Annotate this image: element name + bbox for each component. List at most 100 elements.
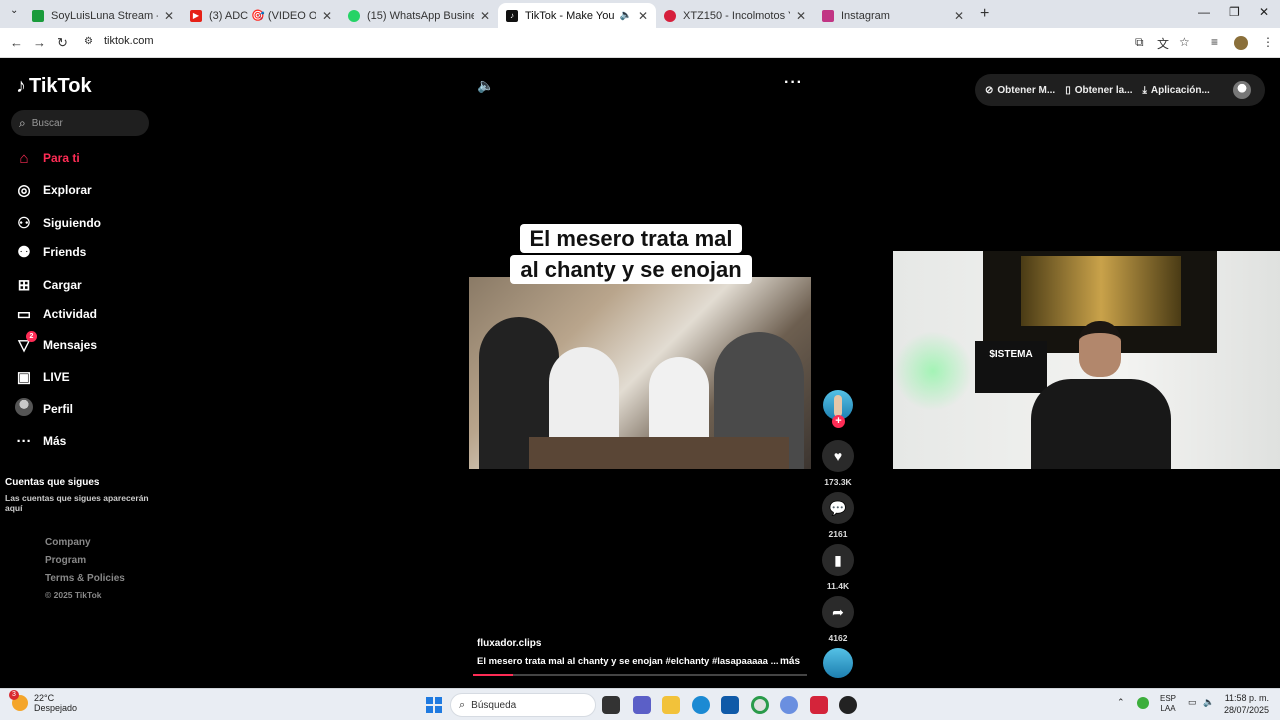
window-close-icon[interactable]: ✕ — [1259, 5, 1269, 19]
footer-program-link[interactable]: Program — [45, 555, 86, 566]
home-icon: ⌂ — [19, 149, 29, 167]
comment-button[interactable]: 💬 — [822, 492, 854, 524]
following-subtitle: Las cuentas que sigues aparecerán aquí — [5, 493, 149, 513]
file-explorer-icon[interactable] — [662, 696, 680, 714]
tiktok-favicon-icon: ♪ — [506, 9, 518, 22]
close-icon[interactable]: ✕ — [164, 9, 174, 23]
get-app-button[interactable]: ▯ Obtener la... — [1065, 85, 1132, 96]
progress-fill — [473, 674, 514, 676]
messages-icon: ▽ 2 — [15, 331, 37, 354]
btn-label: Obtener M... — [997, 84, 1056, 96]
close-icon[interactable]: ✕ — [954, 9, 964, 23]
desktop-app-button[interactable]: ⤓ Aplicación... — [1143, 85, 1210, 96]
clock-time: 11:58 p. m. — [1224, 693, 1270, 703]
forward-icon[interactable]: → — [33, 35, 46, 50]
video-progress-bar[interactable] — [473, 674, 807, 676]
kick-favicon-icon — [32, 9, 44, 22]
sidebar-item-label: Explorar — [43, 183, 92, 197]
tab-yamaha[interactable]: XTZ150 - Incolmotos Yamaha ✕ — [656, 3, 814, 28]
edge-icon[interactable] — [692, 696, 710, 714]
teams-icon[interactable] — [633, 696, 651, 714]
search-icon: ⌕ — [19, 115, 26, 130]
tab-tiktok[interactable]: ♪ TikTok - Make Your Day 🔈 ✕ — [498, 3, 656, 28]
restore-icon[interactable]: ❐ — [1229, 5, 1240, 19]
sidebar-item-label: LIVE — [43, 370, 70, 384]
tab-youtube[interactable]: ▶ (3) ADC 🎯 (VIDEO OFICIAL) | I ✕ — [182, 3, 340, 28]
sidebar-item-siguiendo[interactable]: ⚇ Siguiendo — [15, 212, 101, 234]
sidebar-item-para-ti[interactable]: ⌂ Para ti — [15, 147, 79, 169]
tab-title: Instagram — [841, 9, 890, 22]
video-player[interactable] — [469, 277, 811, 469]
footer-company-link[interactable]: Company — [45, 537, 91, 548]
media-control-icon[interactable]: ≡ — [1211, 35, 1218, 49]
tab-instagram[interactable]: Instagram ✕ — [814, 3, 972, 28]
more-icon: ··· — [16, 432, 32, 450]
app-red-icon[interactable] — [810, 696, 828, 714]
app-dark-icon[interactable] — [839, 696, 857, 714]
app-icon[interactable] — [780, 696, 798, 714]
install-icon[interactable]: ⧉ — [1135, 35, 1144, 50]
heart-icon: ♥ — [833, 448, 843, 464]
back-icon[interactable]: ← — [10, 35, 23, 50]
sidebar-item-perfil[interactable]: Perfil — [15, 398, 73, 420]
close-icon[interactable]: ✕ — [638, 9, 648, 23]
save-button[interactable]: ▮ — [822, 544, 854, 576]
more-description-button[interactable]: más — [780, 656, 800, 667]
volume-tray-icon[interactable]: 🔈 — [1203, 697, 1214, 708]
footer-terms-link[interactable]: Terms & Policies — [45, 573, 125, 584]
bookmark-icon: ▮ — [834, 551, 842, 568]
windows-start-icon[interactable] — [426, 697, 442, 713]
new-tab-button[interactable]: + — [980, 5, 989, 23]
minimize-icon[interactable]: — — [1198, 5, 1210, 19]
translate-icon[interactable]: 文 — [1157, 35, 1169, 52]
weather-widget[interactable]: 3 22°C Despejado — [9, 690, 77, 713]
tray-chevron-icon[interactable]: ⌃ — [1117, 697, 1125, 708]
sidebar-item-cargar[interactable]: ⊞ Cargar — [15, 274, 82, 296]
reload-icon[interactable]: ↻ — [57, 35, 68, 51]
like-button[interactable]: ♥ — [822, 440, 854, 472]
tab-search-icon[interactable]: ⌄ — [10, 5, 18, 16]
coin-icon: ⊘ — [985, 84, 994, 96]
sidebar-item-actividad[interactable]: ▭ Actividad — [15, 303, 97, 325]
clock-date: 28/07/2025 — [1224, 705, 1270, 715]
site-info-icon[interactable]: ⚙ — [84, 36, 93, 47]
tab-whatsapp[interactable]: (15) WhatsApp Business ✕ — [340, 3, 498, 28]
follow-plus-icon[interactable]: + — [832, 415, 845, 428]
chrome-icon[interactable] — [751, 696, 769, 714]
speaker-icon[interactable]: 🔈 — [619, 10, 631, 21]
search-input[interactable] — [31, 117, 132, 129]
network-icon[interactable]: ▭ — [1188, 697, 1197, 708]
task-view-icon[interactable] — [602, 696, 620, 714]
profile-avatar-icon[interactable] — [1234, 36, 1248, 50]
share-button[interactable]: ➦ — [822, 596, 854, 628]
tiktok-logo[interactable]: ♪ TikTok — [16, 75, 92, 98]
tab-title: XTZ150 - Incolmotos Yamaha — [683, 9, 790, 22]
get-coins-button[interactable]: ⊘ Obtener M... — [985, 85, 1055, 96]
star-icon[interactable]: ☆ — [1179, 35, 1190, 49]
system-clock[interactable]: 11:58 p. m. 28/07/2025 — [1224, 692, 1269, 716]
sidebar-item-explorar[interactable]: ◎ Explorar — [15, 179, 92, 201]
user-avatar[interactable] — [1233, 81, 1251, 99]
tab-title: (3) ADC 🎯 (VIDEO OFICIAL) | I — [209, 10, 316, 22]
language-indicator[interactable]: ESP LAA — [1160, 694, 1176, 714]
menu-kebab-icon[interactable]: ⋮ — [1262, 35, 1274, 49]
sidebar-item-mas[interactable]: ··· Más — [15, 430, 67, 452]
sidebar-item-live[interactable]: ▣ LIVE — [15, 366, 70, 388]
music-avatar[interactable] — [823, 648, 853, 678]
url-field[interactable]: tiktok.com — [104, 35, 154, 47]
close-icon[interactable]: ✕ — [322, 9, 332, 23]
tray-app-icon[interactable] — [1137, 697, 1149, 709]
tab-soyluisluna[interactable]: SoyLuisLuna Stream - Watch Li ✕ — [24, 3, 182, 28]
video-more-icon[interactable]: ··· — [784, 74, 803, 92]
windows-taskbar: 3 22°C Despejado ⌕ Búsqueda ⌃ ESP LAA ▭ 🔈 … — [0, 688, 1280, 720]
search-box[interactable]: ⌕ — [11, 110, 149, 136]
store-icon[interactable] — [721, 696, 739, 714]
close-icon[interactable]: ✕ — [480, 9, 490, 23]
sidebar-item-friends[interactable]: ⚉ Friends — [15, 241, 86, 263]
sidebar-item-mensajes[interactable]: ▽ 2 Mensajes — [15, 331, 97, 356]
close-icon[interactable]: ✕ — [796, 9, 806, 23]
webcam-overlay: $ISTEMA — [893, 251, 1280, 469]
taskbar-search[interactable]: ⌕ Búsqueda — [450, 693, 596, 717]
creator-username[interactable]: fluxador.clips — [477, 638, 541, 649]
volume-icon[interactable]: 🔈 — [477, 77, 494, 94]
